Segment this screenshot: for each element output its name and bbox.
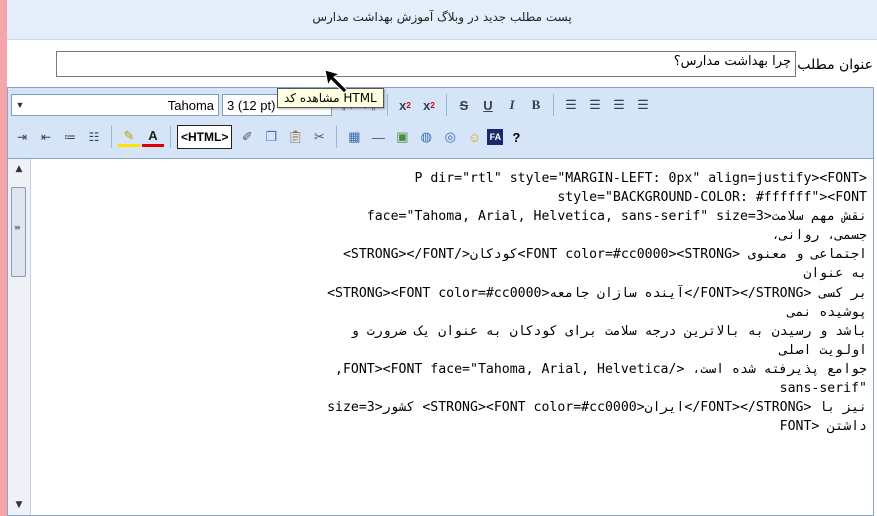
editor-toolbar: ▼ Tahoma 3 (12 pt) ▼ ¶◂ ▸¶ x2 x2 S U I B… (8, 88, 873, 159)
code-line: اجتماعی و معنوی <FONT color=#cc0000><STR… (342, 247, 867, 263)
smiley-icon[interactable]: ☺ (463, 126, 485, 148)
cut-icon[interactable]: ✂ (308, 126, 330, 148)
eraser-icon[interactable]: ✐ (236, 126, 258, 148)
outdent-icon[interactable]: ⇤ (35, 126, 57, 148)
highlight-icon[interactable]: ✎ (118, 128, 140, 147)
italic-icon[interactable]: I (501, 94, 523, 116)
underline-icon[interactable]: U (477, 94, 499, 116)
toolbar-separator (553, 94, 554, 116)
image-icon[interactable]: ▣ (391, 126, 413, 148)
align-right-icon[interactable]: ☰ (584, 94, 606, 116)
bullet-list-icon[interactable]: ≔ (59, 126, 81, 148)
font-family-value: Tahoma (167, 97, 214, 113)
paste-icon[interactable]: 📋︎ (284, 126, 306, 148)
scroll-down-arrow-icon[interactable]: ▼ (11, 497, 27, 513)
code-line: پوشیده نمی (787, 304, 867, 320)
vertical-scrollbar[interactable]: ▲ ≡ ▼ (8, 159, 31, 515)
code-line: جوامع پذیرفته شده است، </FONT><FONT face… (335, 361, 867, 377)
superscript-icon[interactable]: x2 (394, 94, 416, 116)
code-line: داشتن <FONT (779, 419, 867, 435)
align-center-icon[interactable]: ☰ (608, 94, 630, 116)
font-color-icon[interactable]: A (142, 128, 164, 147)
align-left-icon[interactable]: ☰ (632, 94, 654, 116)
header-bar: پست مطلب جدید در وبلاگ آموزش بهداشت مدار… (7, 0, 877, 40)
toolbar-row-2: ⇥ ⇤ ≔ ☷ ✎ A <HTML> ✐ ❐ 📋︎ ✂ ▦ — ▣ ◍ ◎ ☺ (11, 123, 529, 151)
copy-icon[interactable]: ❐ (260, 126, 282, 148)
numbered-list-icon[interactable]: ☷ (83, 126, 105, 148)
code-line: P dir="rtl" style="MARGIN-LEFT: 0px" ali… (414, 171, 867, 186)
code-line: به عنوان (803, 266, 867, 282)
code-line: face="Tahoma, Arial, Helvetica, sans-ser… (366, 209, 867, 225)
post-title-row: عنوان مطلب: چرا بهداشت مدارس؟ (7, 51, 877, 79)
subscript-icon[interactable]: x2 (418, 94, 440, 116)
scroll-up-arrow-icon[interactable]: ▲ (11, 161, 27, 177)
html-source-area[interactable]: ▲ ≡ ▼ P dir="rtl" style="MARGIN-LEFT: 0p… (8, 159, 873, 515)
code-line: اولویت اصلی (779, 342, 867, 358)
scrollbar-thumb[interactable] (11, 187, 26, 277)
link-icon[interactable]: ◍ (415, 126, 437, 148)
font-family-select[interactable]: ▼ Tahoma (11, 94, 219, 116)
page-title: پست مطلب جدید در وبلاگ آموزش بهداشت مدار… (312, 10, 572, 24)
post-title-label: عنوان مطلب: (792, 57, 873, 73)
code-line: باشد و رسیدن به بالاترین درجه سلامت برای… (350, 323, 867, 339)
code-line: sans-serif" (779, 381, 867, 397)
toolbar-separator (446, 94, 447, 116)
bold-icon[interactable]: B (525, 94, 547, 116)
strikethrough-icon[interactable]: S (453, 94, 475, 116)
horizontal-rule-icon[interactable]: — (367, 126, 389, 148)
toolbar-separator (387, 94, 388, 116)
code-line: <STRONG><FONT color=#cc0000>آینده سازان … (327, 285, 867, 301)
indent-icon[interactable]: ⇥ (11, 126, 33, 148)
code-line: جسمی، روانی، (771, 228, 867, 244)
grip-icon: ≡ (14, 223, 21, 232)
justify-full-icon[interactable]: ☰ (560, 94, 582, 116)
html-source-code[interactable]: P dir="rtl" style="MARGIN-LEFT: 0px" ali… (36, 169, 867, 436)
post-editor-page: پست مطلب جدید در وبلاگ آموزش بهداشت مدار… (7, 0, 877, 516)
table-icon[interactable]: ▦ (343, 126, 365, 148)
chevron-down-icon: ▼ (15, 100, 25, 110)
page-left-stripe (0, 0, 7, 516)
toolbar-separator (170, 126, 171, 148)
code-line: style="BACKGROUND-COLOR: #ffffff"><FONT (557, 190, 867, 206)
toolbar-separator (111, 126, 112, 148)
code-line: size=3>کشور <STRONG><FONT color=#cc0000>… (327, 400, 867, 416)
mouse-cursor-icon (324, 69, 348, 94)
post-title-input[interactable]: چرا بهداشت مدارس؟ (56, 51, 796, 77)
rich-text-editor: ▼ Tahoma 3 (12 pt) ▼ ¶◂ ▸¶ x2 x2 S U I B… (7, 87, 874, 516)
fa-language-button[interactable]: FA (487, 129, 504, 145)
toolbar-separator (336, 126, 338, 148)
help-button[interactable]: ? (505, 126, 527, 148)
html-source-button[interactable]: <HTML> (177, 125, 233, 149)
unlink-icon[interactable]: ◎ (439, 126, 461, 148)
